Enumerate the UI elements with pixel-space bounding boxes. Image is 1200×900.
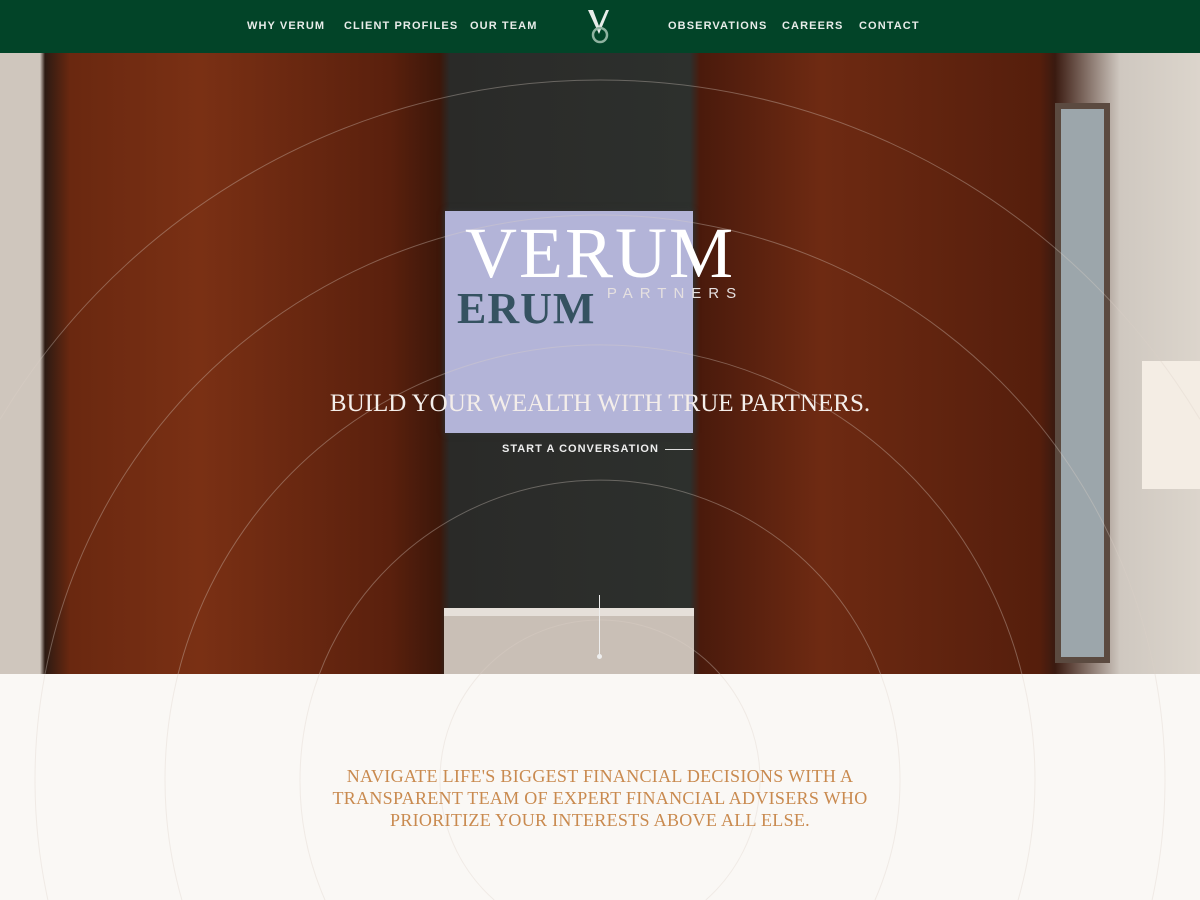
door — [1055, 103, 1110, 663]
scroll-indicator[interactable] — [597, 595, 602, 659]
hero-tagline: BUILD YOUR WEALTH WITH TRUE PARTNERS. — [329, 390, 871, 417]
nav-contact[interactable]: CONTACT — [859, 20, 920, 32]
start-conversation-link[interactable]: START A CONVERSATION — [502, 443, 693, 455]
arrow-right-icon — [664, 448, 693, 450]
nav-observations[interactable]: OBSERVATIONS — [668, 20, 767, 32]
lamp — [1142, 361, 1200, 489]
nav-why-verum[interactable]: WHY VERUM — [247, 20, 325, 32]
nav-careers[interactable]: CAREERS — [782, 20, 844, 32]
intro-text: NAVIGATE LIFE'S BIGGEST FINANCIAL DECISI… — [0, 765, 1200, 831]
intro-line: TRANSPARENT TEAM OF EXPERT FINANCIAL ADV… — [332, 788, 868, 808]
hero-background: ERUM — [0, 53, 1200, 674]
brand-sub: PARTNERS — [606, 285, 744, 302]
nav-client-profiles[interactable]: CLIENT PROFILES — [344, 20, 458, 32]
wall-panel — [444, 608, 694, 674]
verum-logo-icon[interactable] — [585, 8, 615, 44]
top-nav: WHY VERUM CLIENT PROFILES OUR TEAM OBSER… — [0, 0, 1200, 53]
nav-our-team[interactable]: OUR TEAM — [470, 20, 537, 32]
intro-line: PRIORITIZE YOUR INTERESTS ABOVE ALL ELSE… — [390, 810, 810, 830]
cta-label: START A CONVERSATION — [502, 443, 659, 455]
intro-line: NAVIGATE LIFE'S BIGGEST FINANCIAL DECISI… — [346, 766, 854, 786]
brand-name: VERUM — [464, 213, 735, 293]
hero-brand: VERUM PARTNERS — [0, 217, 1200, 302]
